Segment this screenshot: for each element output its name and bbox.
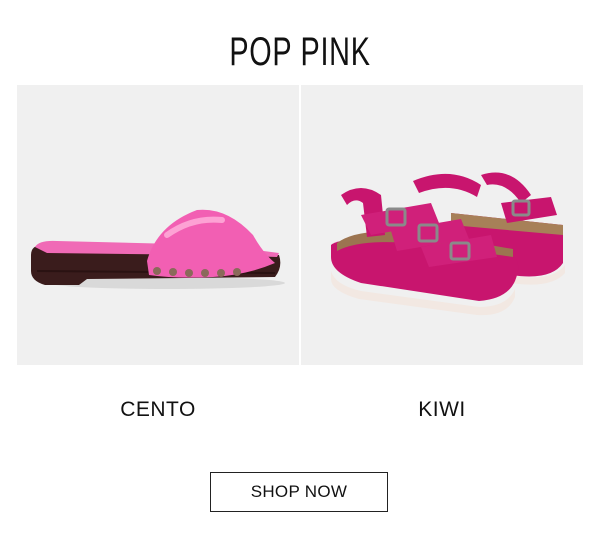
product-image-kiwi[interactable] bbox=[301, 85, 583, 365]
page-title: POP PINK bbox=[229, 30, 371, 74]
kiwi-sandals-illustration bbox=[331, 172, 565, 316]
cento-sandal-illustration bbox=[31, 209, 285, 289]
product-image-cento[interactable] bbox=[17, 85, 299, 365]
product-name-cento[interactable]: CENTO bbox=[17, 398, 299, 422]
product-name-kiwi[interactable]: KIWI bbox=[301, 398, 583, 422]
shop-now-button[interactable]: SHOP NOW bbox=[210, 472, 388, 512]
shop-now-label: SHOP NOW bbox=[250, 482, 348, 501]
